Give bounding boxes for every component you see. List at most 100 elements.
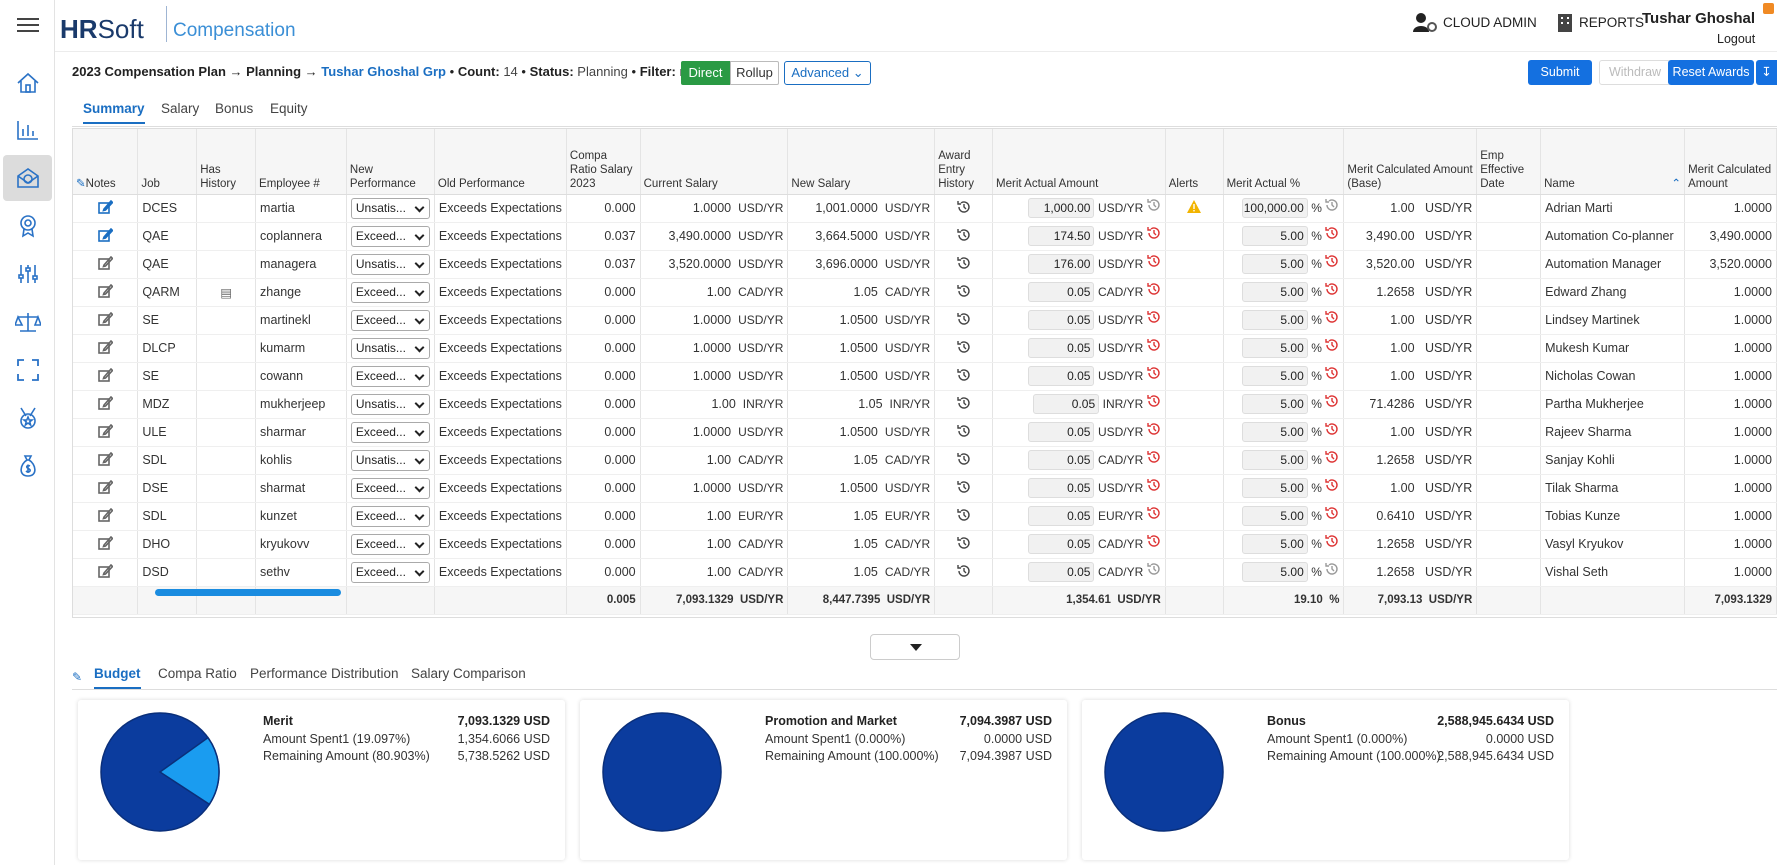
note-edit-icon[interactable] [73,306,139,335]
award-history-icon[interactable] [934,278,994,307]
money-bag-icon[interactable] [3,443,52,489]
col-merit-amount[interactable]: Merit Actual Amount [992,129,1166,195]
employee-name-link[interactable]: Lindsey Martinek [1540,306,1686,335]
tab-equity[interactable]: Equity [270,101,308,116]
col-notes[interactable]: ✎Notes [73,129,139,195]
merit-pct-input[interactable]: 5.00 [1241,506,1308,526]
tab-compa-ratio[interactable]: Compa Ratio [158,666,237,681]
merit-calc-base[interactable]: 0.6410 USD/YR [1343,502,1478,531]
col-new-salary[interactable]: New Salary [787,129,936,195]
revert-icon[interactable] [1325,227,1339,243]
merit-pct-input[interactable]: 5.00 [1241,226,1308,246]
col-name[interactable]: Name ⌃ [1540,129,1686,195]
table-row[interactable]: SE martinekl Exceed... Exceeds Expectations… [73,306,1777,335]
merit-amount-input[interactable]: 0.05 [1028,310,1095,330]
revert-icon[interactable] [1147,535,1161,551]
submit-button[interactable]: Submit [1528,60,1592,85]
revert-icon[interactable] [1325,311,1339,327]
award-history-icon[interactable] [934,502,994,531]
merit-amount-input[interactable]: 0.05 [1028,506,1095,526]
merit-amount-input[interactable]: 176.00 [1028,254,1095,274]
award-history-icon[interactable] [934,390,994,419]
performance-select[interactable]: Exceed... [350,421,430,443]
job-link[interactable]: ULE [137,418,198,447]
job-link[interactable]: DSE [137,474,198,503]
notification-badge-icon[interactable] [1763,3,1774,14]
job-link[interactable]: DLCP [137,334,198,363]
tab-summary[interactable]: Summary [83,101,145,124]
merit-amount-input[interactable]: 0.05 [1028,282,1095,302]
employee-name-link[interactable]: Automation Co-planner [1540,222,1686,251]
table-row[interactable]: DSD sethv Exceed... Exceeds Expectations 0.0… [73,558,1777,587]
employee-name-link[interactable]: Vishal Seth [1540,558,1686,587]
employee-name-link[interactable]: Tobias Kunze [1540,502,1686,531]
award-history-icon[interactable] [934,558,994,587]
merit-pct-input[interactable]: 5.00 [1241,338,1308,358]
revert-icon[interactable] [1147,479,1161,495]
merit-pct-input[interactable]: 5.00 [1241,450,1308,470]
tab-salary[interactable]: Salary [161,101,199,116]
merit-pct-input[interactable]: 100,000.00 [1241,198,1308,218]
sort-asc-icon[interactable]: ⌃ [1671,177,1681,191]
job-link[interactable]: DSD [137,558,198,587]
merit-pct-input[interactable]: 5.00 [1241,366,1308,386]
medal-icon[interactable] [3,395,52,441]
award-history-icon[interactable] [934,362,994,391]
merit-calc-base[interactable]: 1.2658 USD/YR [1343,530,1478,559]
toggle-panel-button[interactable] [870,634,960,660]
merit-calc-base[interactable]: 1.2658 USD/YR [1343,278,1478,307]
horizontal-scrollbar[interactable] [155,589,341,596]
revert-icon[interactable] [1325,367,1339,383]
col-merit-calc-base[interactable]: Merit Calculated Amount (Base) [1343,129,1478,195]
job-link[interactable]: DCES [137,194,198,223]
job-link[interactable]: SE [137,362,198,391]
employee-name-link[interactable]: Tilak Sharma [1540,474,1686,503]
merit-amount-input[interactable]: 0.05 [1028,478,1095,498]
col-emp-effective-date[interactable]: Emp Effective Date [1476,129,1542,195]
revert-icon[interactable] [1147,311,1161,327]
reset-awards-button[interactable]: Reset Awards [1668,60,1754,85]
revert-icon[interactable] [1325,563,1339,579]
note-edit-icon[interactable] [73,390,139,419]
logout-link[interactable]: Logout [1717,32,1755,46]
merit-pct-input[interactable]: 5.00 [1241,282,1308,302]
employee-name-link[interactable]: Edward Zhang [1540,278,1686,307]
tab-budget[interactable]: Budget [94,666,141,689]
revert-icon[interactable] [1325,535,1339,551]
edit-icon[interactable]: ✎ [72,670,82,684]
table-row[interactable]: DSE sharmat Exceed... Exceeds Expectations 0… [73,474,1777,503]
sliders-icon[interactable] [3,251,52,297]
employee-name-link[interactable]: Vasyl Kryukov [1540,530,1686,559]
award-history-icon[interactable] [934,474,994,503]
merit-calc-base[interactable]: 1.00 USD/YR [1343,194,1478,223]
col-current-salary[interactable]: Current Salary [640,129,789,195]
merit-pct-input[interactable]: 5.00 [1241,310,1308,330]
table-row[interactable]: DHO kryukovv Exceed... Exceeds Expectations… [73,530,1777,559]
note-edit-icon[interactable] [73,558,139,587]
performance-select[interactable]: Exceed... [350,281,430,303]
merit-amount-input[interactable]: 0.05 [1028,366,1095,386]
merit-amount-input[interactable]: 174.50 [1028,226,1095,246]
revert-icon[interactable] [1325,199,1339,215]
award-history-icon[interactable] [934,418,994,447]
table-row[interactable]: DLCP kumarm Unsatis... Exceeds Expectations… [73,334,1777,363]
note-edit-icon[interactable] [73,502,139,531]
merit-amount-input[interactable]: 0.05 [1033,394,1100,414]
col-award-history[interactable]: Award Entry History [934,129,994,195]
table-row[interactable]: DCES martia Unsatis... Exceeds Expectations… [73,194,1777,223]
performance-select[interactable]: Unsatis... [350,253,430,275]
table-row[interactable]: QAE managera Unsatis... Exceeds Expectation… [73,250,1777,279]
revert-icon[interactable] [1147,227,1161,243]
revert-icon[interactable] [1325,507,1339,523]
revert-icon[interactable] [1147,451,1161,467]
cloud-admin-link[interactable]: CLOUD ADMIN [1413,12,1537,32]
download-icon[interactable]: ↧ [1756,60,1777,85]
merit-calc-base[interactable]: 1.2658 USD/YR [1343,446,1478,475]
tab-performance-distribution[interactable]: Performance Distribution [250,666,399,681]
revert-icon[interactable] [1147,507,1161,523]
merit-calc-base[interactable]: 1.2658 USD/YR [1343,558,1478,587]
pie-slice-remaining[interactable] [1104,712,1224,832]
job-link[interactable]: QARM [137,278,198,307]
award-history-icon[interactable] [934,306,994,335]
revert-icon[interactable] [1147,367,1161,383]
